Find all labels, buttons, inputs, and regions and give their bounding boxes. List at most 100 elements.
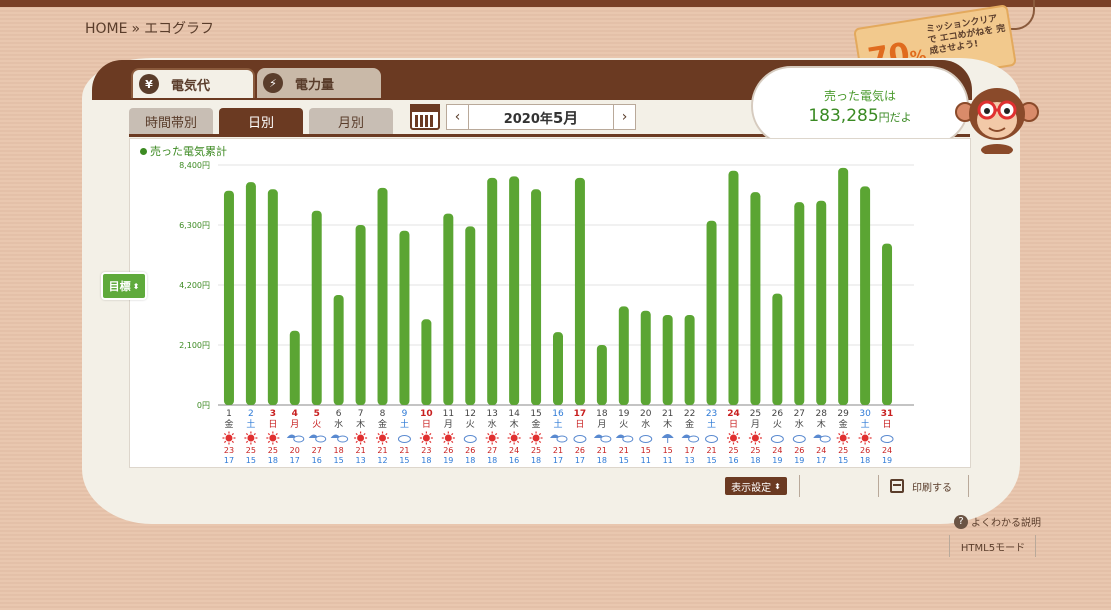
x-tick-weekday: 水	[795, 418, 804, 430]
sun-ray-icon	[867, 432, 871, 436]
bar	[223, 190, 234, 405]
sun-ray-icon	[845, 440, 849, 444]
sun-ray-icon	[363, 432, 366, 436]
temp-low: 16	[728, 456, 738, 465]
x-tick-day: 31	[881, 409, 894, 419]
x-tick-day: 13	[486, 409, 497, 419]
temp-low: 12	[377, 456, 387, 465]
temp-low: 16	[312, 456, 322, 465]
sun-ray-icon	[451, 440, 454, 444]
sun-ray-icon	[758, 432, 761, 436]
x-tick-weekday: 月	[597, 419, 606, 430]
temp-high: 26	[443, 446, 453, 455]
x-tick-weekday: 土	[246, 418, 255, 430]
sun-ray-icon	[728, 440, 731, 444]
sun-ray-icon	[838, 440, 841, 444]
x-tick-weekday: 木	[356, 418, 365, 430]
cloud-icon	[337, 435, 349, 443]
sun-ray-icon	[487, 440, 490, 444]
x-tick-day: 5	[314, 409, 320, 419]
x-tick-day: 21	[662, 409, 673, 419]
x-tick-weekday: 金	[532, 418, 541, 430]
bar	[333, 295, 344, 405]
sun-ray-icon	[421, 440, 424, 444]
bar	[509, 176, 520, 405]
bar	[860, 186, 871, 405]
x-tick-day: 1	[226, 409, 232, 419]
sun-ray-icon	[231, 432, 234, 436]
temp-high: 25	[750, 446, 760, 455]
temp-high: 26	[575, 446, 585, 455]
x-tick-day: 4	[292, 409, 298, 419]
temp-low: 13	[355, 456, 365, 465]
x-tick-weekday: 土	[707, 418, 716, 430]
x-tick-day: 8	[380, 409, 386, 419]
sun-ray-icon	[845, 432, 849, 436]
temp-low: 19	[443, 456, 453, 465]
x-tick-day: 23	[706, 409, 717, 419]
temp-high: 20	[290, 446, 300, 455]
divider	[878, 475, 879, 497]
sun-ray-icon	[253, 432, 256, 436]
sun-icon	[861, 434, 869, 442]
sun-ray-icon	[750, 432, 753, 436]
x-tick-weekday: 木	[663, 418, 672, 430]
x-tick-day: 14	[508, 409, 520, 419]
x-tick-weekday: 土	[400, 418, 409, 430]
sun-ray-icon	[494, 432, 498, 436]
sun-ray-icon	[377, 440, 380, 444]
temp-low: 16	[509, 456, 519, 465]
sun-icon	[729, 434, 737, 442]
bar	[816, 200, 827, 405]
sun-icon	[269, 434, 277, 442]
x-tick-day: 18	[596, 409, 608, 419]
temp-low: 11	[663, 456, 673, 465]
sun-ray-icon	[267, 432, 271, 436]
x-tick-day: 17	[574, 409, 587, 419]
x-tick-weekday: 火	[619, 419, 628, 430]
x-tick-day: 10	[420, 409, 433, 419]
x-tick-weekday: 月	[751, 419, 760, 430]
sun-ray-icon	[355, 432, 358, 436]
sun-ray-icon	[429, 432, 432, 436]
temp-low: 18	[487, 456, 497, 465]
temp-low: 17	[224, 456, 234, 465]
x-tick-day: 24	[727, 409, 740, 419]
temp-low: 11	[641, 456, 651, 465]
display-settings-button[interactable]: 表示設定 ⬍	[725, 477, 787, 495]
sun-icon	[839, 434, 847, 442]
bar	[355, 225, 366, 405]
sun-ray-icon	[736, 432, 739, 436]
temp-high: 21	[377, 446, 387, 455]
x-tick-weekday: 土	[861, 418, 870, 430]
html5-mode-link[interactable]: HTML5モード	[950, 536, 1036, 556]
x-tick-weekday: 日	[729, 419, 738, 430]
cloud-icon	[293, 435, 305, 443]
help-link[interactable]: ? よくわかる説明	[954, 514, 1041, 529]
temp-high: 25	[246, 446, 256, 455]
temp-high: 25	[268, 446, 278, 455]
y-tick-label: 4,200円	[179, 281, 210, 290]
sun-icon	[247, 434, 255, 442]
sun-ray-icon	[516, 440, 520, 444]
temp-high: 25	[728, 446, 738, 455]
question-icon: ?	[954, 514, 968, 529]
sun-ray-icon	[223, 432, 227, 436]
temp-high: 21	[553, 446, 563, 455]
print-button[interactable]: 印刷する	[890, 477, 952, 495]
x-tick-day: 26	[772, 409, 784, 419]
bar	[684, 315, 695, 405]
temp-low: 19	[882, 456, 892, 465]
temp-high: 27	[487, 446, 497, 455]
printer-icon	[890, 479, 904, 493]
sun-ray-icon	[494, 440, 498, 444]
temp-high: 26	[860, 446, 870, 455]
x-tick-day: 11	[443, 409, 454, 419]
bar	[882, 243, 893, 405]
temp-low: 17	[290, 456, 300, 465]
bar	[618, 306, 629, 405]
sun-ray-icon	[860, 440, 863, 444]
temp-high: 26	[794, 446, 804, 455]
bar	[311, 210, 322, 405]
x-tick-day: 30	[859, 409, 871, 419]
